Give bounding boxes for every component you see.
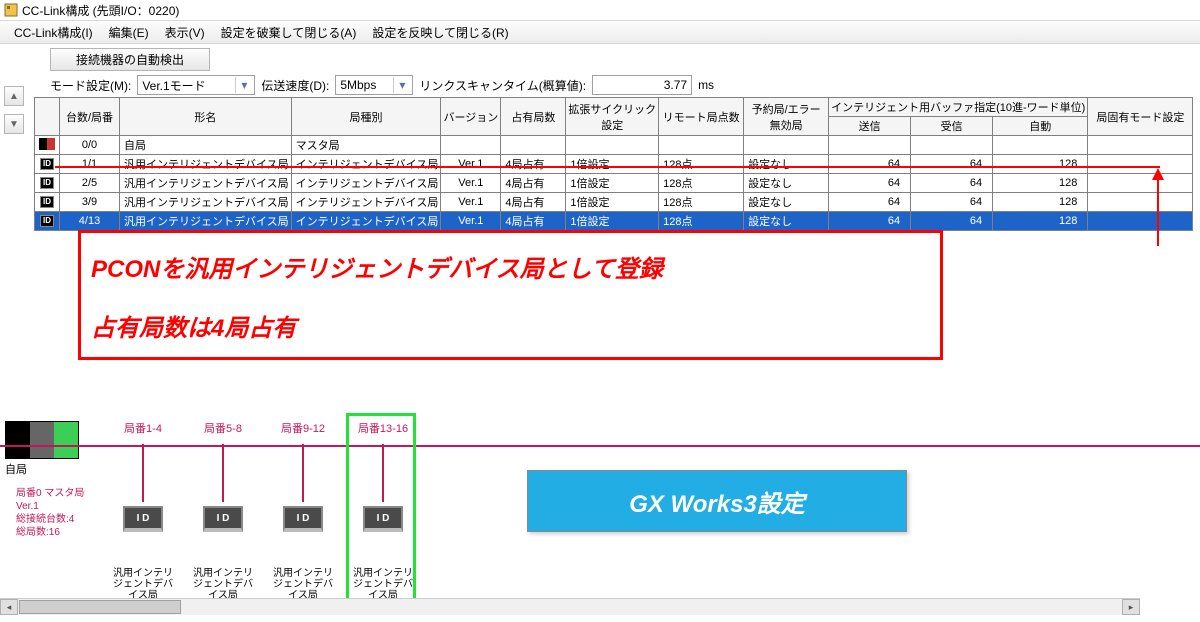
col-model: 形名 [120, 98, 292, 136]
node-type: 汎用インテリ ジェントデバ イス局 [193, 568, 253, 601]
col-ver: バージョン [441, 98, 501, 136]
table-row[interactable]: ID1/1汎用インテリジェントデバイス局インテリジェントデバイス局Ver.14局… [35, 155, 1193, 174]
id-chip-icon: I D [283, 506, 323, 532]
table-row[interactable]: ID3/9汎用インテリジェントデバイス局インテリジェントデバイス局Ver.14局… [35, 193, 1193, 212]
col-count: 台数/局番 [60, 98, 120, 136]
baud-value: 5Mbps [340, 78, 376, 92]
col-remote: リモート局点数 [659, 98, 744, 136]
col-reserve: 予約局/エラー 無効局 [744, 98, 829, 136]
node-stem [222, 444, 224, 502]
linkscan-label: リンクスキャンタイム(概算値): [419, 77, 586, 94]
annotation-line2: 占有局数は4局占有 [91, 308, 930, 343]
menu-discard-close[interactable]: 設定を破棄して閉じる(A) [213, 22, 365, 43]
move-up-button[interactable]: ▲ [4, 86, 24, 106]
col-intel: インテリジェント用バッファ指定(10進-ワード単位) [829, 98, 1088, 117]
autodetect-button[interactable]: 接続機器の自動検出 [50, 48, 210, 71]
app-icon [4, 3, 18, 17]
menu-config[interactable]: CC-Link構成(I) [6, 22, 101, 43]
topology-node[interactable]: 局番5-8I D汎用インテリ ジェントデバ イス局 [198, 420, 248, 601]
id-icon: ID [37, 157, 57, 171]
scroll-thumb[interactable] [19, 600, 181, 614]
menu-apply-close[interactable]: 設定を反映して閉じる(R) [364, 22, 516, 43]
linkscan-value[interactable] [592, 75, 692, 95]
station-table[interactable]: 台数/局番 形名 局種別 バージョン 占有局数 拡張サイクリック 設定 リモート… [34, 97, 1193, 231]
baud-label: 伝送速度(D): [261, 77, 329, 94]
mode-label: モード設定(M): [50, 77, 131, 94]
node-range: 局番13-16 [358, 420, 408, 436]
topology-node[interactable]: 局番13-16I D汎用インテリ ジェントデバ イス局 [358, 420, 408, 601]
col-send: 送信 [829, 117, 911, 136]
master-info: 局番0 マスタ局 Ver.1 総接続台数:4 総局数:16 [16, 487, 84, 539]
baud-select[interactable]: 5Mbps ▾ [335, 75, 413, 95]
scroll-right-icon[interactable]: ▸ [1122, 599, 1140, 615]
master-node[interactable] [5, 421, 79, 459]
annotation-line1: PCONを汎用インテリジェントデバイス局として登録 [91, 249, 930, 284]
col-occ: 占有局数 [501, 98, 566, 136]
node-range: 局番5-8 [204, 420, 242, 436]
id-chip-icon: I D [203, 506, 243, 532]
table-row[interactable]: ID2/5汎用インテリジェントデバイス局インテリジェントデバイス局Ver.14局… [35, 174, 1193, 193]
id-chip-icon: I D [363, 506, 403, 532]
id-icon: ID [37, 176, 57, 190]
chevron-down-icon: ▾ [393, 77, 410, 93]
node-type: 汎用インテリ ジェントデバ イス局 [353, 568, 413, 601]
id-chip-icon: I D [123, 506, 163, 532]
id-icon: ID [37, 214, 57, 228]
linkscan-unit: ms [698, 78, 714, 92]
node-range: 局番9-12 [281, 420, 325, 436]
col-fixmode: 局固有モード設定 [1088, 98, 1193, 136]
col-recv: 受信 [911, 117, 993, 136]
row-reorder: ▲ ▼ [4, 86, 24, 134]
node-stem [382, 444, 384, 502]
table-row[interactable]: ID4/13汎用インテリジェントデバイス局インテリジェントデバイス局Ver.14… [35, 212, 1193, 231]
col-type: 局種別 [291, 98, 441, 136]
gx-works3-banner: GX Works3設定 [527, 470, 907, 532]
menu-view[interactable]: 表示(V) [157, 22, 213, 43]
annotation-box: PCONを汎用インテリジェントデバイス局として登録 占有局数は4局占有 [78, 230, 943, 360]
h-scrollbar[interactable]: ◂ ▸ [0, 598, 1140, 615]
node-stem [142, 444, 144, 502]
col-auto: 自動 [993, 117, 1088, 136]
id-icon: ID [37, 195, 57, 209]
move-down-button[interactable]: ▼ [4, 114, 24, 134]
node-type: 汎用インテリ ジェントデバ イス局 [273, 568, 333, 601]
title-bar: CC-Link構成 (先頭I/O：0220) [0, 0, 1200, 20]
node-range: 局番1-4 [124, 420, 162, 436]
chevron-down-icon: ▾ [235, 77, 252, 93]
menu-bar: CC-Link構成(I) 編集(E) 表示(V) 設定を破棄して閉じる(A) 設… [0, 20, 1200, 44]
node-stem [302, 444, 304, 502]
table-row[interactable]: 0/0自局マスタ局 [35, 136, 1193, 155]
col-ext: 拡張サイクリック 設定 [566, 98, 659, 136]
mode-select[interactable]: Ver.1モード ▾ [137, 75, 255, 95]
mode-value: Ver.1モード [142, 77, 205, 94]
topology-node[interactable]: 局番9-12I D汎用インテリ ジェントデバ イス局 [278, 420, 328, 601]
master-icon [37, 137, 57, 151]
menu-edit[interactable]: 編集(E) [101, 22, 157, 43]
toolbar: 接続機器の自動検出 モード設定(M): Ver.1モード ▾ 伝送速度(D): … [0, 44, 1200, 97]
scroll-left-icon[interactable]: ◂ [0, 599, 18, 615]
master-label: 自局 [5, 461, 27, 477]
node-type: 汎用インテリ ジェントデバ イス局 [113, 568, 173, 601]
topology-node[interactable]: 局番1-4I D汎用インテリ ジェントデバ イス局 [118, 420, 168, 601]
window-title: CC-Link構成 (先頭I/O：0220) [22, 2, 179, 19]
